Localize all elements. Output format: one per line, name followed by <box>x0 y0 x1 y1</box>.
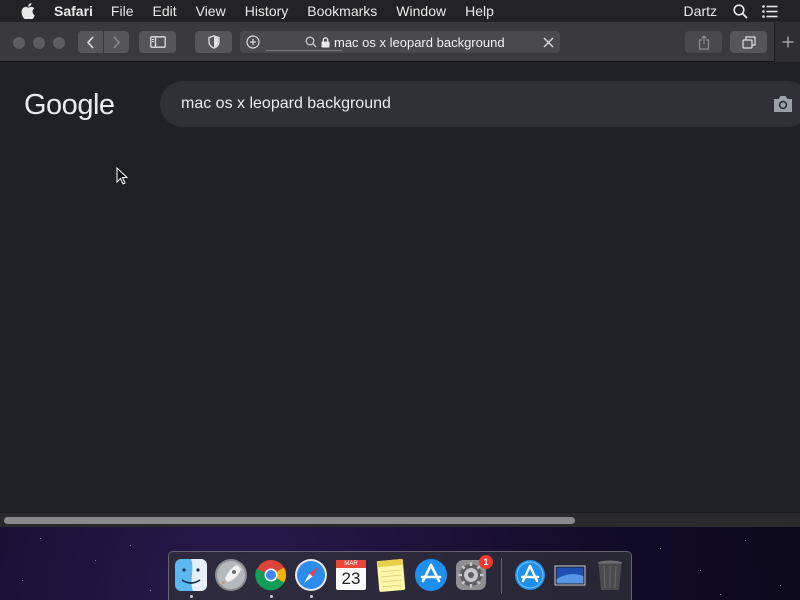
forward-icon[interactable] <box>104 31 129 53</box>
lock-icon <box>321 36 330 48</box>
calendar-icon[interactable]: MAR 23 <box>333 557 369 593</box>
calendar-day: 23 <box>341 569 361 588</box>
navigation-buttons <box>78 31 129 53</box>
safari-icon[interactable] <box>293 557 329 593</box>
privacy-shield-icon[interactable] <box>195 31 232 53</box>
menu-bar: Safari File Edit View History Bookmarks … <box>0 0 800 22</box>
address-bar[interactable]: mac os x leopard background <box>240 31 560 53</box>
launchpad-icon[interactable] <box>213 557 249 593</box>
search-icon <box>305 36 317 48</box>
menu-bookmarks[interactable]: Bookmarks <box>307 3 377 19</box>
spotlight-search-icon[interactable] <box>731 2 749 20</box>
google-logo[interactable]: Google <box>24 89 115 122</box>
menu-edit[interactable]: Edit <box>152 3 176 19</box>
address-url-text: mac os x leopard background <box>334 34 505 50</box>
add-icon[interactable] <box>245 34 261 50</box>
downloads-folder-icon[interactable] <box>512 557 548 593</box>
clear-icon[interactable] <box>540 34 556 50</box>
search-box[interactable]: mac os x leopard background <box>160 81 800 127</box>
finder-icon[interactable] <box>173 557 209 593</box>
share-icon[interactable] <box>685 31 722 53</box>
desktop-folder-icon[interactable] <box>552 557 588 593</box>
menu-app-safari[interactable]: Safari <box>54 3 93 19</box>
menu-window[interactable]: Window <box>396 3 446 19</box>
scrollbar-thumb[interactable] <box>4 517 575 524</box>
camera-icon[interactable] <box>772 94 794 114</box>
address-field-underline <box>266 50 342 51</box>
app-store-icon[interactable] <box>413 557 449 593</box>
notification-center-icon[interactable] <box>761 2 779 20</box>
menu-file[interactable]: File <box>111 3 134 19</box>
back-icon[interactable] <box>78 31 103 53</box>
apple-icon[interactable] <box>19 3 37 19</box>
horizontal-scrollbar[interactable] <box>0 512 800 527</box>
dock: MAR 23 1 <box>168 551 632 600</box>
sidebar-icon[interactable] <box>139 31 176 53</box>
menu-view[interactable]: View <box>196 3 226 19</box>
safari-window: mac os x leopard background Google mac o… <box>0 22 800 527</box>
calendar-month: MAR <box>344 561 358 567</box>
safari-toolbar: mac os x leopard background <box>0 22 800 62</box>
close-window-button[interactable] <box>13 37 25 49</box>
search-query-input[interactable]: mac os x leopard background <box>181 95 391 113</box>
user-name[interactable]: Dartz <box>684 3 717 19</box>
notification-badge: 1 <box>479 555 493 569</box>
tabs-overview-icon[interactable] <box>730 31 767 53</box>
mouse-pointer <box>116 166 129 185</box>
new-tab-icon[interactable] <box>774 22 800 62</box>
menu-help[interactable]: Help <box>465 3 494 19</box>
dock-separator <box>501 558 502 594</box>
menu-history[interactable]: History <box>245 3 289 19</box>
web-page: Google mac os x leopard background <box>0 63 800 512</box>
zoom-window-button[interactable] <box>53 37 65 49</box>
notes-icon[interactable] <box>373 557 409 593</box>
trash-icon[interactable] <box>592 557 628 593</box>
chrome-icon[interactable] <box>253 557 289 593</box>
minimize-window-button[interactable] <box>33 37 45 49</box>
